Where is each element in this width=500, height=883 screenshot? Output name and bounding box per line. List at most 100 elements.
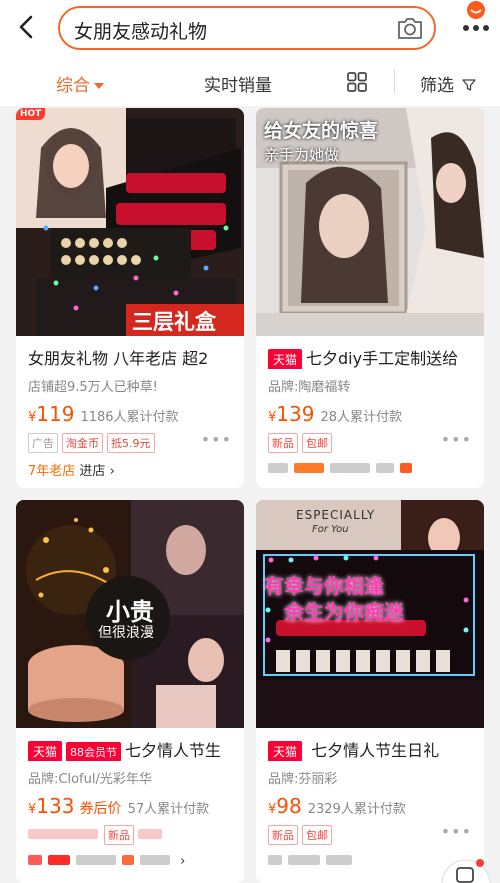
blurred-text xyxy=(140,855,170,865)
product-title[interactable]: 天猫 七夕情人节生日礼 xyxy=(268,737,482,761)
product-price: ¥139 28人累计付款 xyxy=(268,402,402,426)
blurred-tag xyxy=(138,829,162,839)
product-card[interactable]: 给女友的惊喜 亲手为她做 天猫 七夕diy手工定制送给 品牌:陶磨福转 ¥139 2… xyxy=(256,108,484,488)
top-bar: 女朋友感动礼物 xyxy=(0,0,500,58)
new-tag: 新品 xyxy=(268,433,298,453)
product-image[interactable]: HOT 三层礼盒 xyxy=(16,108,244,336)
product-price: ¥98 2329人累计付款 xyxy=(268,794,406,818)
product-price: ¥133 券后价 57人累计付款 xyxy=(28,794,209,818)
discount-tag: 抵5.9元 xyxy=(107,433,155,453)
image-caption-sub: 但很浪漫 xyxy=(98,625,154,641)
more-options-icon[interactable]: ••• xyxy=(441,430,472,449)
tag-list: 广告 淘金币 抵5.9元 xyxy=(28,432,159,453)
blurred-text xyxy=(326,855,352,865)
free-shipping-tag: 包邮 xyxy=(302,433,332,453)
product-title-text: 七夕情人节生日礼 xyxy=(311,741,440,760)
sold-count: 2329人累计付款 xyxy=(307,802,406,817)
blurred-text xyxy=(28,855,42,865)
blurred-text xyxy=(376,463,394,473)
dropdown-triangle-icon xyxy=(94,83,104,89)
sort-bar: 综合 实时销量 筛选 xyxy=(0,58,500,106)
image-caption-brand: ESPECIALLY xyxy=(296,508,376,522)
filter-label: 筛选 xyxy=(420,76,454,96)
hot-badge: HOT xyxy=(16,108,46,120)
product-price: ¥119 1186人累计付款 xyxy=(28,402,179,426)
price-value: 119 xyxy=(36,402,75,426)
product-card[interactable]: ESPECIALLY For You 有幸与你相逢 余生为你痴迷 天猫 七夕情人… xyxy=(256,500,484,883)
image-caption-line2: 余生为你痴迷 xyxy=(284,600,404,624)
sort-realtime-sales[interactable]: 实时销量 xyxy=(204,71,272,96)
image-caption-main: 给女友的惊喜 xyxy=(264,120,379,142)
product-brand: 品牌:芬丽彩 xyxy=(268,772,338,787)
sold-count: 28人累计付款 xyxy=(320,410,403,425)
product-title[interactable]: 女朋友礼物 八年老店 超2 xyxy=(28,345,242,369)
blurred-tag xyxy=(28,829,98,839)
camera-icon[interactable] xyxy=(396,15,424,41)
filter-button[interactable]: 筛选 xyxy=(420,71,477,96)
price-value: 133 xyxy=(36,794,75,818)
store-info-blurred xyxy=(268,854,358,869)
new-tag: 新品 xyxy=(268,825,298,845)
blurred-text xyxy=(330,463,370,473)
more-options-icon[interactable]: ••• xyxy=(201,430,232,449)
ad-tag: 广告 xyxy=(28,433,58,453)
grid-view-icon[interactable] xyxy=(346,71,368,93)
store-link[interactable]: 7年老店 进店 › xyxy=(28,460,115,479)
floating-action-icon[interactable] xyxy=(440,858,492,883)
blurred-text xyxy=(76,855,116,865)
sold-count: 1186人累计付款 xyxy=(80,410,179,425)
price-value: 139 xyxy=(276,402,315,426)
tmall-tag: 天猫 xyxy=(28,741,63,761)
product-image[interactable]: ESPECIALLY For You 有幸与你相逢 余生为你痴迷 xyxy=(256,500,484,728)
store-enter: 进店 xyxy=(79,464,106,479)
divider xyxy=(394,70,395,94)
free-shipping-tag: 包邮 xyxy=(302,825,332,845)
tag-list: 新品 包邮 xyxy=(268,824,336,845)
product-image[interactable]: 小贵 但很浪漫 xyxy=(16,500,244,728)
chevron-right-icon: › xyxy=(180,854,186,869)
store-info-blurred xyxy=(268,462,418,477)
product-brand: 品牌:Cloful/光彩年华 xyxy=(28,772,152,787)
blurred-text xyxy=(400,463,412,473)
product-brand: 品牌:陶磨福转 xyxy=(268,380,351,395)
blurred-text xyxy=(294,463,324,473)
sold-count: 57人累计付款 xyxy=(127,802,210,817)
blurred-text xyxy=(122,855,134,865)
more-menu-icon[interactable] xyxy=(452,0,500,50)
sort-comprehensive-label: 综合 xyxy=(56,76,90,96)
chevron-right-icon: › xyxy=(109,464,115,479)
blurred-text xyxy=(288,855,320,865)
image-caption-sub: 亲手为她做 xyxy=(264,146,340,164)
product-title-text: 七夕diy手工定制送给 xyxy=(306,349,459,368)
product-subtitle: 店铺超9.5万人已种草! xyxy=(28,380,158,395)
price-note: 券后价 xyxy=(79,801,122,817)
tmall-tag: 天猫 xyxy=(268,741,303,761)
image-caption: 三层礼盒 xyxy=(132,310,216,334)
product-title[interactable]: 天猫 七夕diy手工定制送给 xyxy=(268,345,482,369)
price-value: 98 xyxy=(276,794,302,818)
image-caption-script: For You xyxy=(312,524,349,535)
tag-list: 新品 包邮 xyxy=(268,432,336,453)
tag-list: 新品 xyxy=(28,824,168,845)
image-caption-line1: 有幸与你相逢 xyxy=(264,574,384,598)
tmall-tag: 天猫 xyxy=(268,349,303,369)
member-day-tag: 88会员节 xyxy=(66,742,122,761)
coin-tag: 淘金币 xyxy=(62,433,103,453)
search-query[interactable]: 女朋友感动礼物 xyxy=(74,17,207,44)
store-age: 7年老店 xyxy=(28,464,76,479)
blurred-text xyxy=(268,463,288,473)
new-tag: 新品 xyxy=(104,825,134,845)
product-title[interactable]: 天猫 88会员节 七夕情人节生 xyxy=(28,737,242,761)
product-card[interactable]: HOT 三层礼盒 女朋友礼物 八年老店 超2 店铺超9.5万人已种草! ¥119… xyxy=(16,108,244,488)
blurred-text xyxy=(268,855,282,865)
search-bar[interactable]: 女朋友感动礼物 xyxy=(58,6,436,50)
product-card[interactable]: 小贵 但很浪漫 天猫 88会员节 七夕情人节生 品牌:Cloful/光彩年华 ¥13… xyxy=(16,500,244,883)
product-title-text: 七夕情人节生 xyxy=(125,741,222,760)
blurred-text xyxy=(48,855,70,865)
more-options-icon[interactable]: ••• xyxy=(441,822,472,841)
store-info-blurred: › xyxy=(28,854,185,869)
back-arrow-icon[interactable] xyxy=(12,12,42,42)
sort-comprehensive[interactable]: 综合 xyxy=(56,71,104,96)
filter-funnel-icon xyxy=(462,79,477,91)
product-image[interactable]: 给女友的惊喜 亲手为她做 xyxy=(256,108,484,336)
